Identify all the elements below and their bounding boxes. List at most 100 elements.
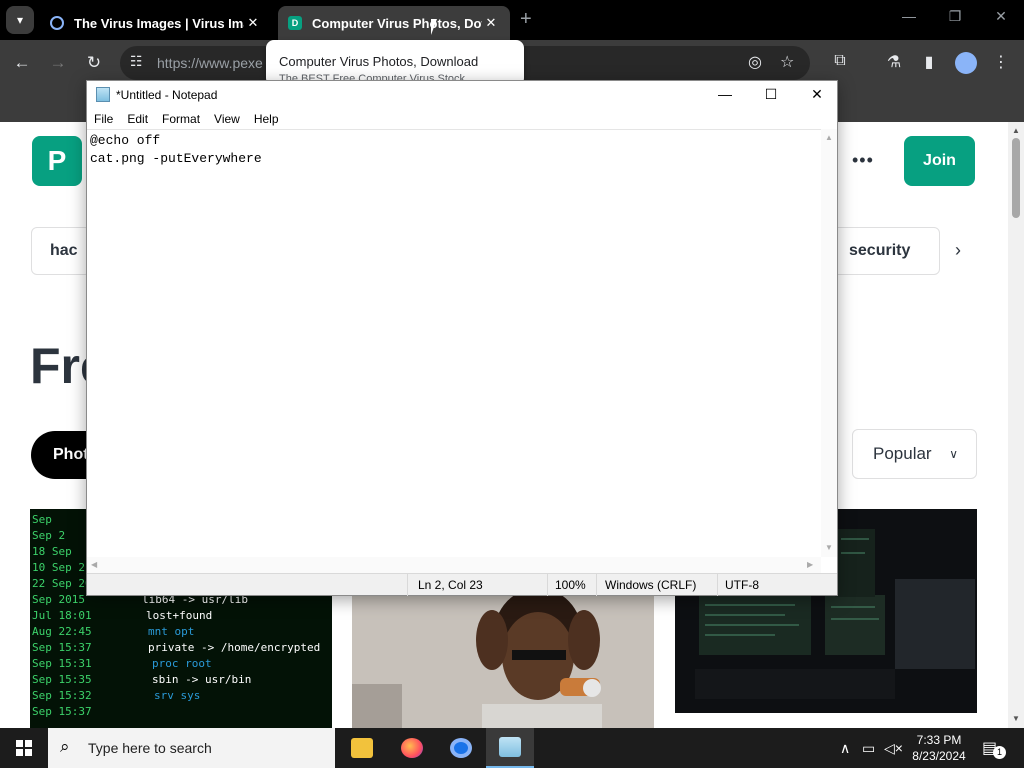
svg-text:Sep 15:37: Sep 15:37 <box>32 641 92 654</box>
taskbar-file-explorer[interactable] <box>338 728 386 768</box>
svg-text:Sep 2: Sep 2 <box>32 529 65 542</box>
forward-arrow-icon[interactable]: → <box>45 50 71 76</box>
page-scrollbar[interactable]: ▲ ▼ <box>1008 122 1024 728</box>
pexels-favicon-icon: D <box>288 16 302 30</box>
taskbar-firefox[interactable] <box>388 728 436 768</box>
extensions-icon[interactable]: ⧉ <box>829 52 851 70</box>
tab-virus-images[interactable]: The Virus Images | Virus Image ✕ <box>40 6 272 40</box>
notepad-horizontal-scrollbar[interactable]: ◀ ▶ <box>87 557 821 573</box>
scroll-thumb[interactable] <box>1012 138 1020 218</box>
volume-muted-icon[interactable]: ◁× <box>884 740 903 757</box>
scroll-up-icon[interactable]: ▲ <box>1012 126 1020 135</box>
svg-text:proc root: proc root <box>152 657 212 670</box>
scroll-down-icon[interactable]: ▼ <box>825 543 833 552</box>
scroll-down-icon[interactable]: ▼ <box>1012 714 1020 723</box>
search-chip-security[interactable]: security <box>830 227 940 275</box>
system-clock[interactable]: 7:33 PM 8/23/2024 <box>904 732 974 764</box>
desktop: ▾ The Virus Images | Virus Image ✕ D Com… <box>0 0 1024 768</box>
close-tab-icon[interactable]: ✕ <box>482 15 500 31</box>
notepad-menu-bar: File Edit Format View Help <box>87 109 837 129</box>
menu-view[interactable]: View <box>214 109 240 129</box>
svg-text:private -> /home/encrypted: private -> /home/encrypted <box>148 641 320 654</box>
clock-date: 8/23/2024 <box>912 749 966 763</box>
restore-browser-button[interactable]: ❐ <box>940 8 970 25</box>
menu-edit[interactable]: Edit <box>127 109 148 129</box>
folder-icon <box>351 738 373 758</box>
menu-file[interactable]: File <box>94 109 113 129</box>
svg-text:sbin -> usr/bin: sbin -> usr/bin <box>152 673 251 686</box>
labs-flask-icon[interactable]: ⚗ <box>883 52 905 72</box>
new-tab-button[interactable]: + <box>520 8 532 31</box>
url-text: https://www.pexe <box>157 55 263 71</box>
encoding: UTF-8 <box>725 578 759 592</box>
close-notepad-button[interactable]: ✕ <box>794 81 840 109</box>
status-divider <box>596 574 597 596</box>
status-divider <box>717 574 718 596</box>
notepad-title-bar[interactable]: *Untitled - Notepad — ☐ ✕ <box>87 81 837 109</box>
svg-text:18 Sep: 18 Sep <box>32 545 72 558</box>
search-placeholder: Type here to search <box>88 740 212 756</box>
scroll-right-icon[interactable]: ▶ <box>807 560 813 569</box>
search-chip-hacker[interactable]: hac <box>31 227 91 275</box>
minimize-notepad-button[interactable]: — <box>702 81 748 109</box>
taskbar-chrome[interactable] <box>437 728 485 768</box>
close-browser-button[interactable]: ✕ <box>986 8 1016 25</box>
pexels-logo[interactable]: P <box>32 136 82 186</box>
notepad-vertical-scrollbar[interactable]: ▲ ▼ <box>821 129 837 557</box>
svg-text:22 Sep 20: 22 Sep 20 <box>32 577 92 590</box>
scroll-left-icon[interactable]: ◀ <box>91 560 97 569</box>
tab-search-button[interactable]: ▾ <box>6 6 34 34</box>
clock-time: 7:33 PM <box>916 733 962 747</box>
join-button[interactable]: Join <box>904 136 975 186</box>
svg-text:mnt opt: mnt opt <box>148 625 194 638</box>
start-button[interactable] <box>0 728 48 768</box>
scroll-up-icon[interactable]: ▲ <box>825 133 833 142</box>
maximize-notepad-button[interactable]: ☐ <box>748 81 794 109</box>
sort-dropdown[interactable]: Popular ∨ <box>852 429 977 479</box>
cursor-position: Ln 2, Col 23 <box>418 578 483 592</box>
mouse-cursor-icon <box>431 19 437 35</box>
side-panel-icon[interactable]: ▮ <box>918 52 940 72</box>
menu-help[interactable]: Help <box>254 109 279 129</box>
site-info-icon[interactable]: ☷ <box>130 53 143 70</box>
back-arrow-icon[interactable]: ← <box>9 50 35 76</box>
zoom-level: 100% <box>555 578 586 592</box>
svg-text:srv sys: srv sys <box>154 689 200 702</box>
svg-text:Sep 15:35: Sep 15:35 <box>32 673 92 686</box>
status-divider <box>547 574 548 596</box>
taskbar-notepad[interactable] <box>486 728 534 768</box>
eye-off-icon[interactable]: ◎ <box>748 52 762 72</box>
svg-text:Sep 15:32: Sep 15:32 <box>32 689 92 702</box>
svg-text:Sep: Sep <box>32 513 52 526</box>
menu-format[interactable]: Format <box>162 109 200 129</box>
star-icon[interactable]: ☆ <box>780 52 794 72</box>
close-tab-icon[interactable]: ✕ <box>244 15 262 31</box>
chevron-right-icon[interactable]: › <box>955 240 961 261</box>
windows-logo-icon <box>16 740 32 756</box>
search-icon: ⌕ <box>60 737 70 756</box>
svg-text:Sep 15:37: Sep 15:37 <box>32 705 92 718</box>
reload-icon[interactable]: ↻ <box>81 50 107 76</box>
taskbar-search[interactable]: ⌕ Type here to search <box>48 728 335 768</box>
more-dots-icon[interactable]: ••• <box>852 150 874 171</box>
chrome-icon <box>450 738 472 758</box>
line-ending: Windows (CRLF) <box>605 578 697 592</box>
hover-card-title: Computer Virus Photos, Download <box>279 54 479 69</box>
status-divider <box>407 574 408 596</box>
notification-count: 1 <box>993 746 1006 759</box>
tab-computer-virus-photos[interactable]: D Computer Virus Photos, Downl ✕ <box>278 6 510 40</box>
browser-tab-strip: ▾ The Virus Images | Virus Image ✕ D Com… <box>0 0 1024 40</box>
notepad-text-area[interactable]: @echo off cat.png -putEverywhere <box>87 129 821 557</box>
network-icon[interactable]: ▭ <box>862 740 875 757</box>
notepad-status-bar: Ln 2, Col 23 100% Windows (CRLF) UTF-8 <box>87 573 837 596</box>
minimize-browser-button[interactable]: — <box>894 8 924 24</box>
tab-title: Computer Virus Photos, Downl <box>312 15 482 31</box>
svg-text:Aug 22:45: Aug 22:45 <box>32 625 92 638</box>
menu-dots-icon[interactable]: ⋮ <box>990 52 1012 72</box>
chevron-up-icon[interactable]: ∧ <box>840 740 850 757</box>
svg-text:Sep 2015: Sep 2015 <box>32 593 85 606</box>
sort-selected: Popular <box>873 444 932 463</box>
notepad-window: *Untitled - Notepad — ☐ ✕ File Edit Form… <box>86 80 838 596</box>
profile-avatar-icon[interactable] <box>955 52 977 74</box>
photo-stressed-man[interactable] <box>352 594 654 728</box>
